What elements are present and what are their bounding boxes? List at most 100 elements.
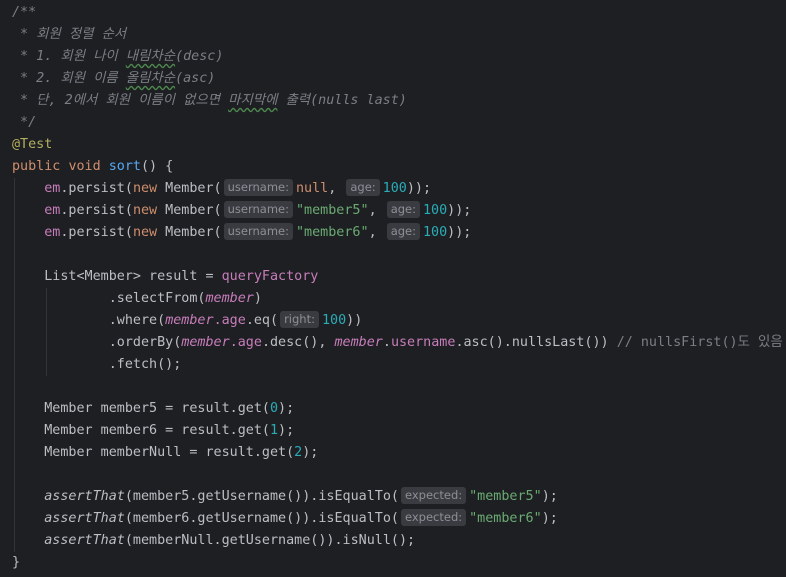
code-text: ); <box>541 489 558 504</box>
code-line[interactable]: em.persist(new Member(username: null, age… <box>0 178 786 200</box>
code-line[interactable]: assertThat(member6.getUsername()).isEqua… <box>0 508 786 530</box>
code-text: .orderBy( <box>108 335 182 350</box>
code-text: Member( <box>157 225 222 240</box>
string-literal: "member6" <box>469 511 542 526</box>
query-factory-field: queryFactory <box>221 269 319 284</box>
code-line[interactable]: @Test <box>0 134 786 156</box>
static-member-ref: member <box>165 313 214 328</box>
code-text: .asc().nullsLast()) <box>455 335 617 350</box>
code-line[interactable]: em.persist(new Member(username: "member6"… <box>0 222 786 244</box>
closing-brace: } <box>12 555 21 570</box>
code-line[interactable]: * 단, 2에서 회원 이름이 없으면 마지막에 출력(nulls last) <box>0 90 786 112</box>
code-line[interactable]: Member memberNull = result.get(2); <box>0 442 786 464</box>
string-literal: "member5" <box>296 203 369 218</box>
comment-typo-word: 올림차순 <box>125 71 176 86</box>
code-text: Member( <box>157 203 222 218</box>
static-member-ref: member <box>205 291 254 306</box>
em-field: em <box>44 203 61 218</box>
indent-guide <box>14 442 15 464</box>
code-text: .age.desc(), <box>229 335 335 350</box>
code-text: ); <box>302 445 319 460</box>
code-line[interactable]: assertThat(memberNull.getUsername()).isN… <box>0 530 786 552</box>
indent-guide <box>14 244 15 266</box>
code-text: ); <box>278 401 295 416</box>
keyword-public: public <box>12 159 61 174</box>
code-editor[interactable]: /** * 회원 정렬 순서 * 1. 회원 나이 내림차순(desc) * 2… <box>0 0 786 577</box>
code-text: Member memberNull = result.get( <box>44 445 295 460</box>
code-text: .persist( <box>60 203 133 218</box>
code-line[interactable]: } <box>0 552 786 574</box>
code-text: .fetch(); <box>108 357 182 372</box>
code-text: Member member6 = result.get( <box>44 423 270 438</box>
keyword-new: new <box>132 203 158 218</box>
code-line[interactable] <box>0 376 786 398</box>
keyword-void: void <box>68 159 101 174</box>
code-text: .persist( <box>60 225 133 240</box>
comment-typo-word: 내림차순 <box>125 49 176 64</box>
number-literal: 100 <box>422 225 448 240</box>
code-text: List<Member> result = <box>44 269 222 284</box>
parameter-hint: age: <box>386 223 420 240</box>
indent-guide <box>14 354 15 376</box>
number-literal: 0 <box>269 401 279 416</box>
code-text: )); <box>447 203 472 218</box>
code-text: () { <box>141 159 174 174</box>
code-line[interactable]: public void sort() { <box>0 156 786 178</box>
code-text: , <box>368 203 385 218</box>
code-line[interactable]: Member member5 = result.get(0); <box>0 398 786 420</box>
test-annotation: @Test <box>12 137 53 152</box>
code-text: (member6.getUsername()).isEqualTo( <box>124 511 399 526</box>
indent-guide <box>14 266 15 288</box>
comment-text: * 회원 정렬 순서 <box>12 27 127 42</box>
indent-guide <box>14 288 15 310</box>
comment-text: * 2. 회원 이름 <box>12 71 126 86</box>
code-text: ); <box>278 423 295 438</box>
code-line[interactable] <box>0 244 786 266</box>
code-line[interactable]: * 회원 정렬 순서 <box>0 24 786 46</box>
parameter-hint: age: <box>386 201 420 218</box>
age-field: .age <box>229 335 262 350</box>
code-text: ) <box>253 291 262 306</box>
number-literal: 100 <box>422 203 448 218</box>
keyword-new: new <box>132 225 158 240</box>
number-literal: 100 <box>382 181 407 196</box>
comment-text: 출력(nulls last) <box>277 93 407 108</box>
number-literal: 1 <box>269 423 279 438</box>
code-line[interactable]: List<Member> result = queryFactory <box>0 266 786 288</box>
indent-guide <box>46 288 47 310</box>
indent-guide <box>14 398 15 420</box>
parameter-hint: username: <box>223 223 293 240</box>
code-line[interactable]: .where(member.age.eq(right: 100)) <box>0 310 786 332</box>
comment-open: /** <box>12 5 37 20</box>
indent-guide <box>14 178 15 200</box>
code-line[interactable]: assertThat(member5.getUsername()).isEqua… <box>0 486 786 508</box>
parameter-hint: expected: <box>400 487 467 504</box>
parameter-hint: expected: <box>400 509 467 526</box>
comment-typo-word: 마지막에 <box>228 93 278 108</box>
indent-guide <box>46 310 47 332</box>
assert-call: assertThat <box>44 489 125 504</box>
indent-guide <box>14 464 15 486</box>
indent-guide <box>14 486 15 508</box>
em-field: em <box>44 181 61 196</box>
age-field: .age <box>213 313 246 328</box>
code-line[interactable]: */ <box>0 112 786 134</box>
code-line[interactable]: .selectFrom(member) <box>0 288 786 310</box>
code-line[interactable]: /** <box>0 2 786 24</box>
assert-call: assertThat <box>44 511 125 526</box>
code-line[interactable] <box>0 464 786 486</box>
code-line[interactable]: .fetch(); <box>0 354 786 376</box>
comment-text: (asc) <box>175 71 216 86</box>
parameter-hint: right: <box>280 311 319 328</box>
code-line[interactable]: * 2. 회원 이름 올림차순(asc) <box>0 68 786 90</box>
code-line[interactable]: em.persist(new Member(username: "member5"… <box>0 200 786 222</box>
code-line[interactable]: * 1. 회원 나이 내림차순(desc) <box>0 46 786 68</box>
indent-guide <box>46 332 47 354</box>
code-line[interactable]: Member member6 = result.get(1); <box>0 420 786 442</box>
parameter-hint: username: <box>223 201 293 218</box>
code-text: Member( <box>157 181 222 196</box>
code-line[interactable]: .orderBy(member.age.desc(), member.usern… <box>0 332 786 354</box>
code-text: )) <box>346 313 363 328</box>
code-text: )); <box>406 181 432 196</box>
code-text: (memberNull.getUsername()).isNull(); <box>124 533 416 548</box>
